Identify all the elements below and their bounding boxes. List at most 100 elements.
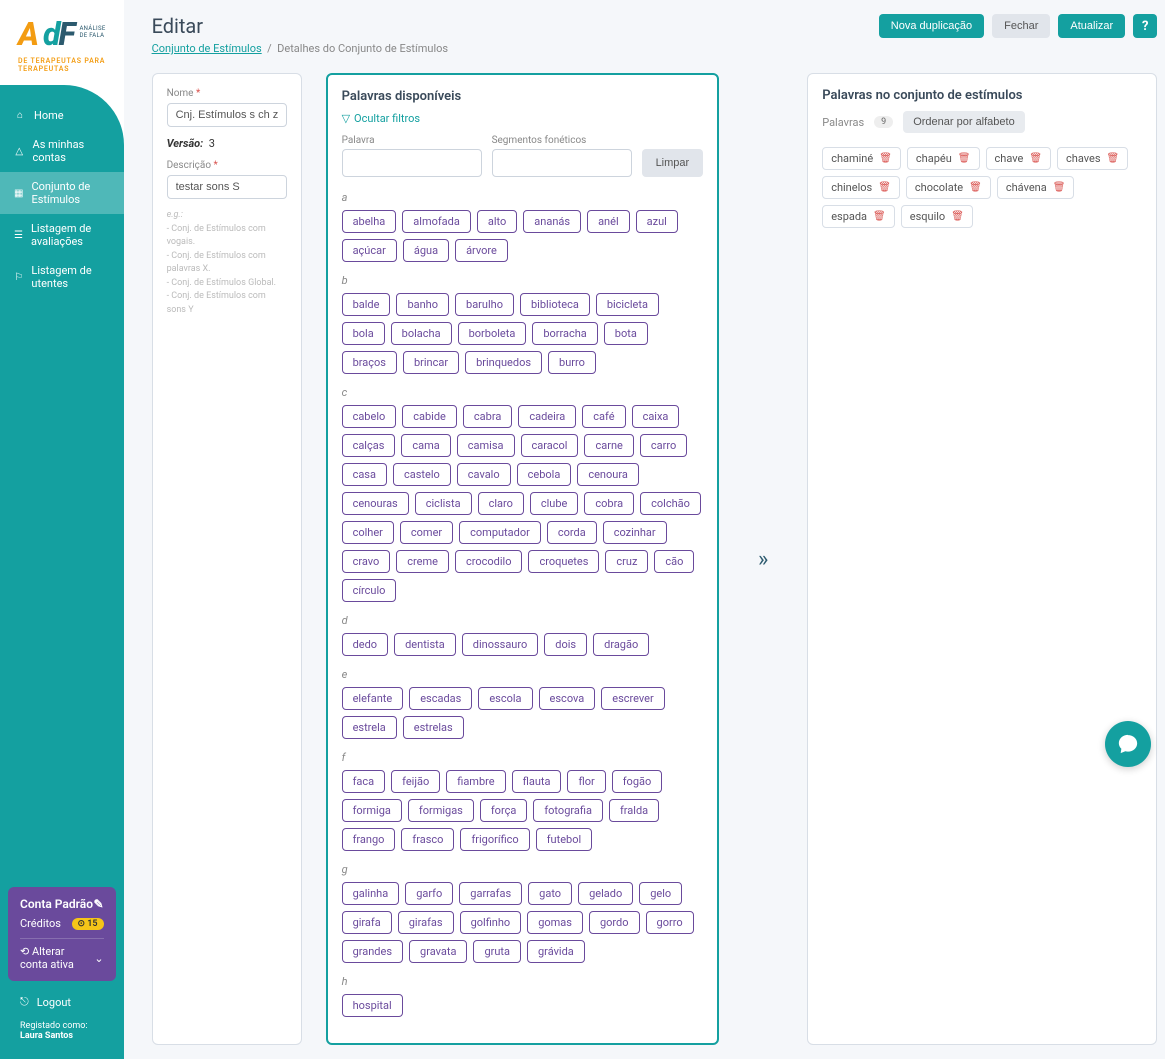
word-chip[interactable]: almofada: [402, 210, 471, 233]
nav-evals[interactable]: ☰Listagem de avaliações: [0, 214, 124, 256]
duplicate-button[interactable]: Nova duplicação: [879, 14, 984, 38]
word-chip[interactable]: cama: [401, 434, 450, 457]
word-chip[interactable]: biblioteca: [520, 293, 590, 316]
logout-button[interactable]: ⎋ Logout: [8, 989, 116, 1015]
word-chip[interactable]: gelo: [639, 882, 682, 905]
word-filter-input[interactable]: [342, 149, 482, 177]
edit-icon[interactable]: ✎: [94, 897, 104, 911]
word-chip[interactable]: cenouras: [342, 492, 409, 515]
word-chip[interactable]: bota: [604, 322, 648, 345]
word-chip[interactable]: cavalo: [457, 463, 511, 486]
word-chip[interactable]: garfo: [405, 882, 453, 905]
word-chip[interactable]: futebol: [536, 828, 592, 851]
word-chip[interactable]: cozinhar: [603, 521, 667, 544]
word-chip[interactable]: água: [403, 239, 449, 262]
word-chip[interactable]: golfinho: [460, 911, 522, 934]
word-chip[interactable]: azul: [636, 210, 678, 233]
word-chip[interactable]: castelo: [393, 463, 451, 486]
word-chip[interactable]: frasco: [401, 828, 454, 851]
word-chip[interactable]: cão: [654, 550, 694, 573]
word-chip[interactable]: gato: [528, 882, 572, 905]
word-chip[interactable]: cravo: [342, 550, 391, 573]
word-chip[interactable]: cabelo: [342, 405, 397, 428]
word-chip[interactable]: cabra: [463, 405, 512, 428]
word-chip[interactable]: clube: [530, 492, 579, 515]
help-button[interactable]: ?: [1133, 14, 1157, 38]
word-chip[interactable]: feijão: [391, 770, 440, 793]
nav-clients[interactable]: ⚐Listagem de utentes: [0, 256, 124, 298]
word-chip[interactable]: claro: [478, 492, 524, 515]
word-chip[interactable]: escova: [539, 687, 596, 710]
trash-icon[interactable]: 🗑: [958, 153, 971, 164]
word-chip[interactable]: cenoura: [577, 463, 639, 486]
word-chip[interactable]: dentista: [394, 633, 456, 656]
trash-icon[interactable]: 🗑: [1029, 153, 1042, 164]
word-chip[interactable]: bola: [342, 322, 385, 345]
word-chip[interactable]: gelado: [578, 882, 633, 905]
word-chip[interactable]: cabide: [402, 405, 457, 428]
word-chip[interactable]: galinha: [342, 882, 400, 905]
word-chip[interactable]: dois: [544, 633, 587, 656]
trash-icon[interactable]: 🗑: [969, 182, 982, 193]
word-chip[interactable]: força: [480, 799, 527, 822]
word-chip[interactable]: crocodilo: [455, 550, 523, 573]
word-chip[interactable]: fralda: [609, 799, 659, 822]
word-chip[interactable]: círculo: [342, 579, 397, 602]
word-chip[interactable]: balde: [342, 293, 391, 316]
word-chip[interactable]: hospital: [342, 994, 403, 1017]
segment-filter-input[interactable]: [492, 149, 632, 177]
word-chip[interactable]: borboleta: [458, 322, 527, 345]
word-chip[interactable]: carne: [584, 434, 633, 457]
word-chip[interactable]: comer: [400, 521, 453, 544]
word-chip[interactable]: corda: [547, 521, 597, 544]
word-chip[interactable]: escola: [478, 687, 532, 710]
word-chip[interactable]: açúcar: [342, 239, 397, 262]
word-chip[interactable]: escadas: [409, 687, 472, 710]
word-chip[interactable]: creme: [396, 550, 449, 573]
word-chip[interactable]: brinquedos: [465, 351, 542, 374]
word-chip[interactable]: colher: [342, 521, 394, 544]
word-chip[interactable]: computador: [459, 521, 541, 544]
account-switch[interactable]: ⟲ Alterar conta ativa ⌄: [20, 938, 104, 971]
word-chip[interactable]: gordo: [589, 911, 640, 934]
word-chip[interactable]: grávida: [527, 940, 585, 963]
word-chip[interactable]: colchão: [640, 492, 701, 515]
word-chip[interactable]: bolacha: [391, 322, 452, 345]
word-chip[interactable]: carro: [640, 434, 687, 457]
word-chip[interactable]: árvore: [455, 239, 508, 262]
word-chip[interactable]: fotografia: [533, 799, 603, 822]
name-input[interactable]: [167, 103, 287, 127]
word-chip[interactable]: dragão: [593, 633, 649, 656]
word-chip[interactable]: dinossauro: [462, 633, 539, 656]
breadcrumb-link[interactable]: Conjunto de Estímulos: [152, 42, 262, 55]
word-chip[interactable]: escrever: [601, 687, 664, 710]
word-chip[interactable]: elefante: [342, 687, 404, 710]
word-chip[interactable]: formigas: [408, 799, 474, 822]
word-chip[interactable]: bicicleta: [596, 293, 659, 316]
nav-stimuli[interactable]: ▦Conjunto de Estímulos: [0, 172, 124, 214]
nav-home[interactable]: ⌂Home: [0, 101, 124, 130]
trash-icon[interactable]: 🗑: [1053, 182, 1066, 193]
word-chip[interactable]: anél: [587, 210, 630, 233]
trash-icon[interactable]: 🗑: [1107, 153, 1120, 164]
word-chip[interactable]: alto: [477, 210, 517, 233]
word-chip[interactable]: gomas: [527, 911, 583, 934]
word-chip[interactable]: ananás: [523, 210, 581, 233]
word-chip[interactable]: gruta: [473, 940, 521, 963]
word-chip[interactable]: burro: [548, 351, 596, 374]
word-chip[interactable]: girafa: [342, 911, 392, 934]
word-chip[interactable]: banho: [396, 293, 449, 316]
close-button[interactable]: Fechar: [992, 14, 1050, 38]
word-chip[interactable]: faca: [342, 770, 386, 793]
transfer-right-icon[interactable]: »: [758, 547, 768, 572]
word-chip[interactable]: estrelas: [403, 716, 464, 739]
nav-accounts[interactable]: △As minhas contas: [0, 130, 124, 172]
word-chip[interactable]: frigorífico: [460, 828, 529, 851]
word-chip[interactable]: dedo: [342, 633, 389, 656]
word-chip[interactable]: cruz: [605, 550, 648, 573]
word-chip[interactable]: croquetes: [528, 550, 599, 573]
word-chip[interactable]: brincar: [403, 351, 459, 374]
word-chip[interactable]: fiambre: [446, 770, 505, 793]
word-chip[interactable]: casa: [342, 463, 387, 486]
trash-icon[interactable]: 🗑: [873, 211, 886, 222]
